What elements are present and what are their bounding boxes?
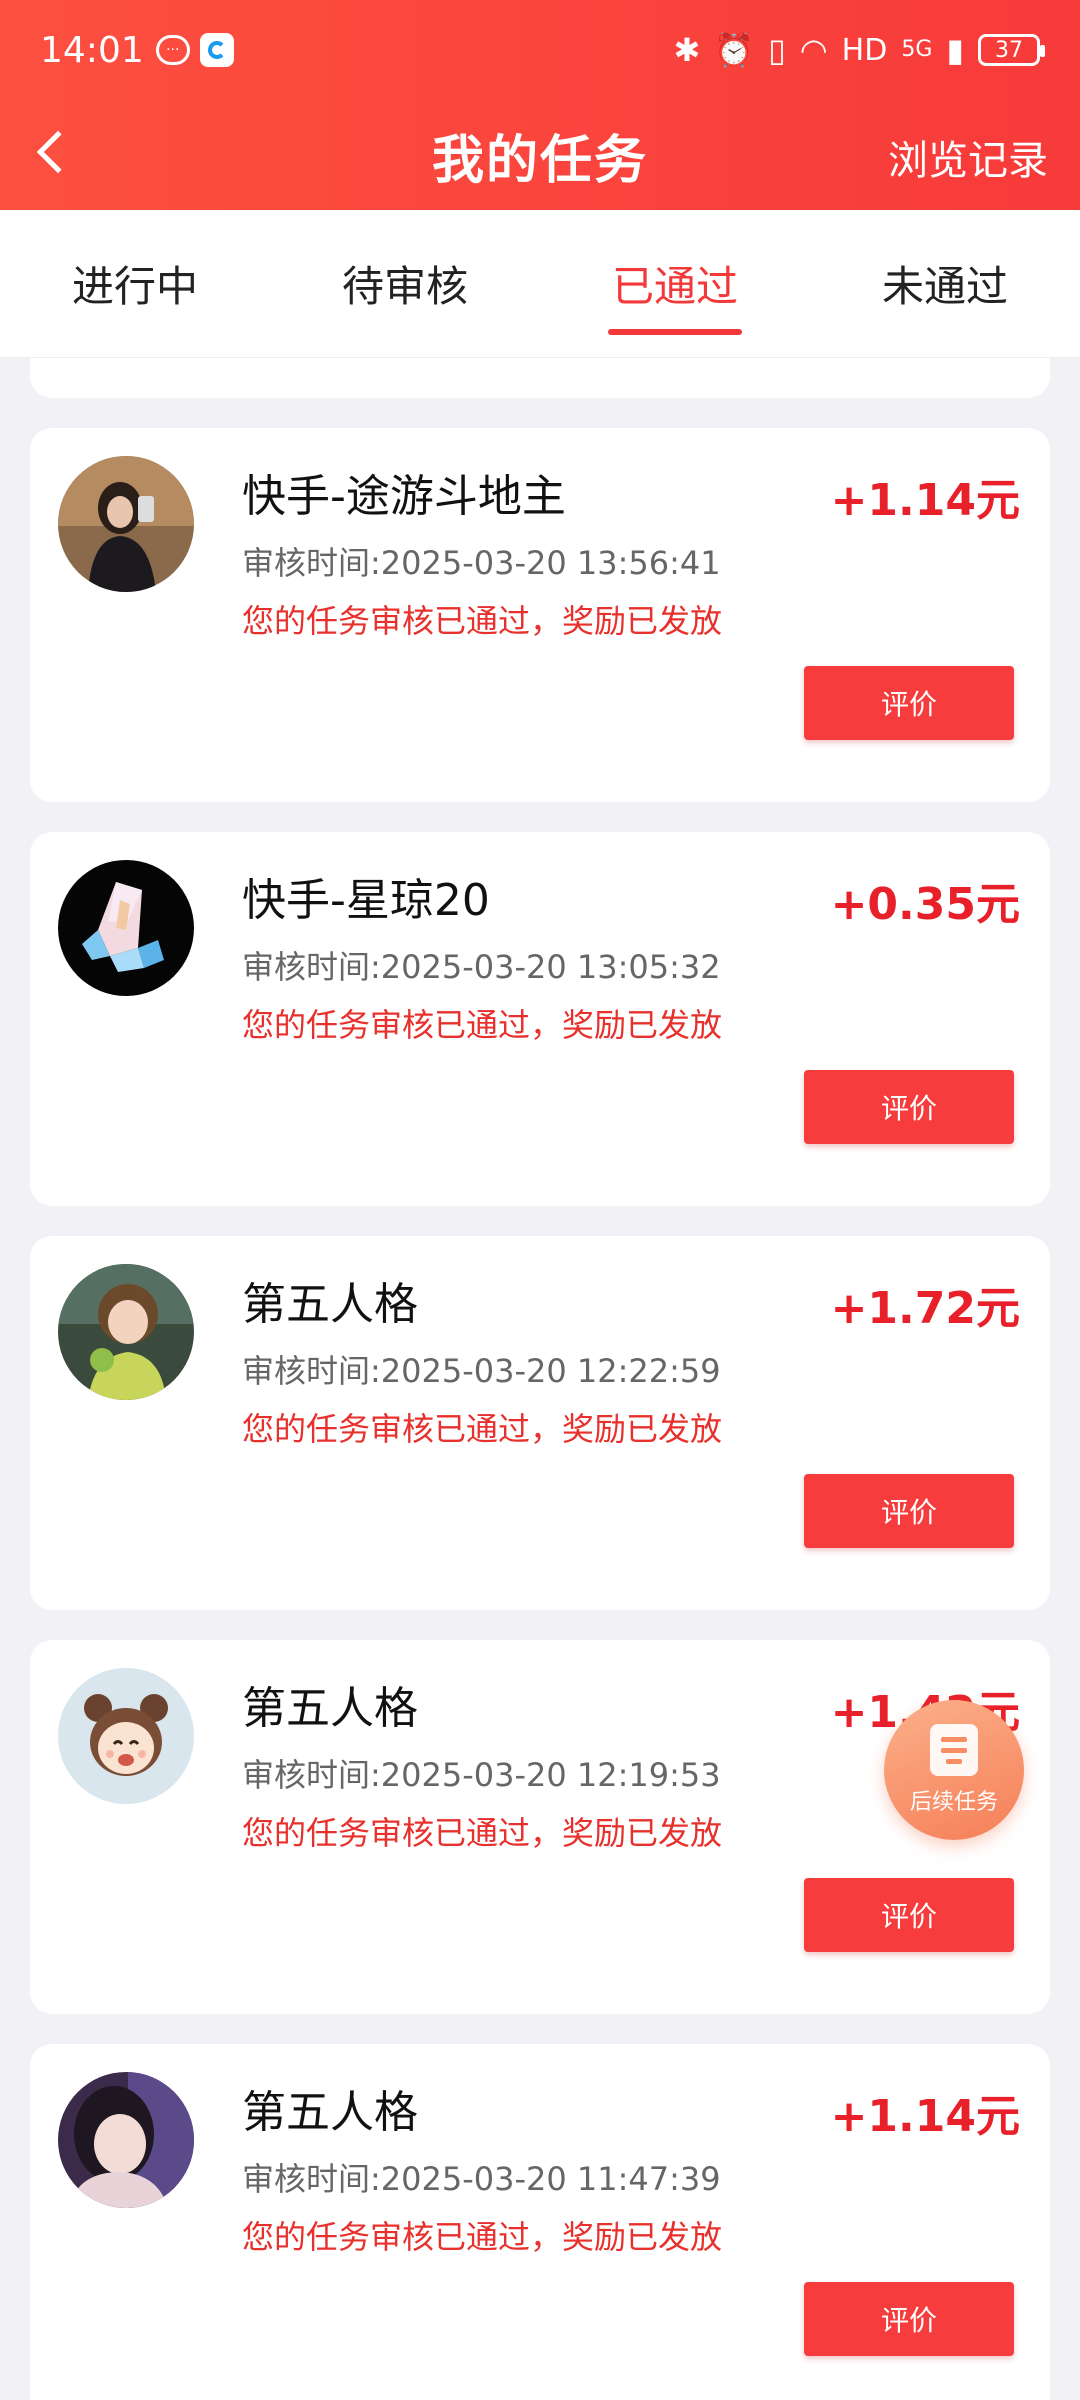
review-time: 审核时间:2025-03-20 12:19:53 bbox=[242, 1756, 721, 1794]
nav-bar: 我的任务 浏览记录 bbox=[0, 100, 1080, 210]
approval-status: 您的任务审核已通过，奖励已发放 bbox=[242, 2218, 723, 2256]
portrait-photo-icon bbox=[58, 2072, 194, 2208]
avatar bbox=[58, 1668, 194, 1804]
reward-amount: +0.35元 bbox=[830, 879, 1020, 930]
hd-indicator: HD bbox=[841, 32, 888, 68]
task-card[interactable]: 第五人格 +1.42元 审核时间:2025-03-20 12:19:53 您的任… bbox=[30, 1640, 1050, 2014]
task-list[interactable]: 快手-途游斗地主 +1.14元 审核时间:2025-03-20 13:56:41… bbox=[0, 358, 1080, 2400]
task-name: 快手-星琼20 bbox=[242, 875, 490, 926]
task-card[interactable]: 快手-星琼20 +0.35元 审核时间:2025-03-20 13:05:32 … bbox=[30, 832, 1050, 1206]
cartoon-girl-icon bbox=[58, 1668, 194, 1804]
review-time: 审核时间:2025-03-20 12:22:59 bbox=[242, 1352, 721, 1390]
avatar bbox=[58, 860, 194, 996]
battery-level: 37 bbox=[995, 37, 1023, 63]
rate-button[interactable]: 评价 bbox=[804, 1474, 1014, 1548]
browse-history-link[interactable]: 浏览记录 bbox=[888, 128, 1048, 186]
task-card[interactable]: 第五人格 +1.72元 审核时间:2025-03-20 12:22:59 您的任… bbox=[30, 1236, 1050, 1610]
approval-status: 您的任务审核已通过，奖励已发放 bbox=[242, 602, 723, 640]
task-name: 第五人格 bbox=[242, 1683, 418, 1734]
signal-5g-icon: 5G bbox=[901, 37, 933, 62]
signal-bars-icon: ▮ bbox=[946, 31, 964, 69]
approval-status: 您的任务审核已通过，奖励已发放 bbox=[242, 1814, 723, 1852]
rate-button[interactable]: 评价 bbox=[804, 2282, 1014, 2356]
avatar bbox=[58, 456, 194, 592]
status-tabs: 进行中 待审核 已通过 未通过 bbox=[0, 210, 1080, 358]
bluetooth-icon: ✱ bbox=[673, 31, 701, 69]
status-bar: 14:01 ··· ✱ ⏰ ▯ ◠ HD 5G ▮ 37 bbox=[0, 0, 1080, 100]
reward-amount: +1.14元 bbox=[830, 475, 1020, 526]
reward-amount: +1.14元 bbox=[830, 2091, 1020, 2142]
follow-up-tasks-button[interactable]: 后续任务 bbox=[884, 1700, 1024, 1840]
task-name: 第五人格 bbox=[242, 1279, 418, 1330]
review-time: 审核时间:2025-03-20 11:47:39 bbox=[242, 2160, 721, 2198]
tab-pending-review[interactable]: 待审核 bbox=[270, 210, 540, 357]
alarm-icon: ⏰ bbox=[714, 31, 755, 69]
task-card[interactable]: 第五人格 +1.14元 审核时间:2025-03-20 11:47:39 您的任… bbox=[30, 2044, 1050, 2400]
message-icon: ··· bbox=[155, 35, 190, 65]
list-item-partial bbox=[30, 358, 1050, 398]
task-name: 快手-途游斗地主 bbox=[242, 471, 566, 522]
rate-button[interactable]: 评价 bbox=[804, 666, 1014, 740]
task-card[interactable]: 快手-途游斗地主 +1.14元 审核时间:2025-03-20 13:56:41… bbox=[30, 428, 1050, 802]
fab-label: 后续任务 bbox=[909, 1790, 998, 1815]
battery-icon: 37 bbox=[978, 34, 1045, 66]
portrait-photo-icon bbox=[58, 456, 194, 592]
avatar bbox=[58, 2072, 194, 2208]
approval-status: 您的任务审核已通过，奖励已发放 bbox=[242, 1410, 723, 1448]
vibrate-icon: ▯ bbox=[768, 31, 786, 69]
review-time: 审核时间:2025-03-20 13:56:41 bbox=[242, 544, 721, 582]
review-time: 审核时间:2025-03-20 13:05:32 bbox=[242, 948, 721, 986]
reward-amount: +1.72元 bbox=[830, 1283, 1020, 1334]
app-header: 14:01 ··· ✱ ⏰ ▯ ◠ HD 5G ▮ 37 我的任务 浏览记录 bbox=[0, 0, 1080, 210]
rate-button[interactable]: 评价 bbox=[804, 1878, 1014, 1952]
tab-in-progress[interactable]: 进行中 bbox=[0, 210, 270, 357]
rate-button[interactable]: 评价 bbox=[804, 1070, 1014, 1144]
tab-approved[interactable]: 已通过 bbox=[540, 210, 810, 357]
task-list-icon bbox=[930, 1724, 978, 1776]
task-name: 第五人格 bbox=[242, 2087, 418, 2138]
portrait-photo-icon bbox=[58, 1264, 194, 1400]
avatar bbox=[58, 1264, 194, 1400]
crystal-image-icon bbox=[58, 860, 194, 996]
status-time: 14:01 bbox=[40, 29, 144, 71]
tab-rejected[interactable]: 未通过 bbox=[810, 210, 1080, 357]
wifi-icon: ◠ bbox=[799, 31, 828, 69]
approval-status: 您的任务审核已通过，奖励已发放 bbox=[242, 1006, 723, 1044]
app-notification-icon bbox=[199, 33, 234, 67]
